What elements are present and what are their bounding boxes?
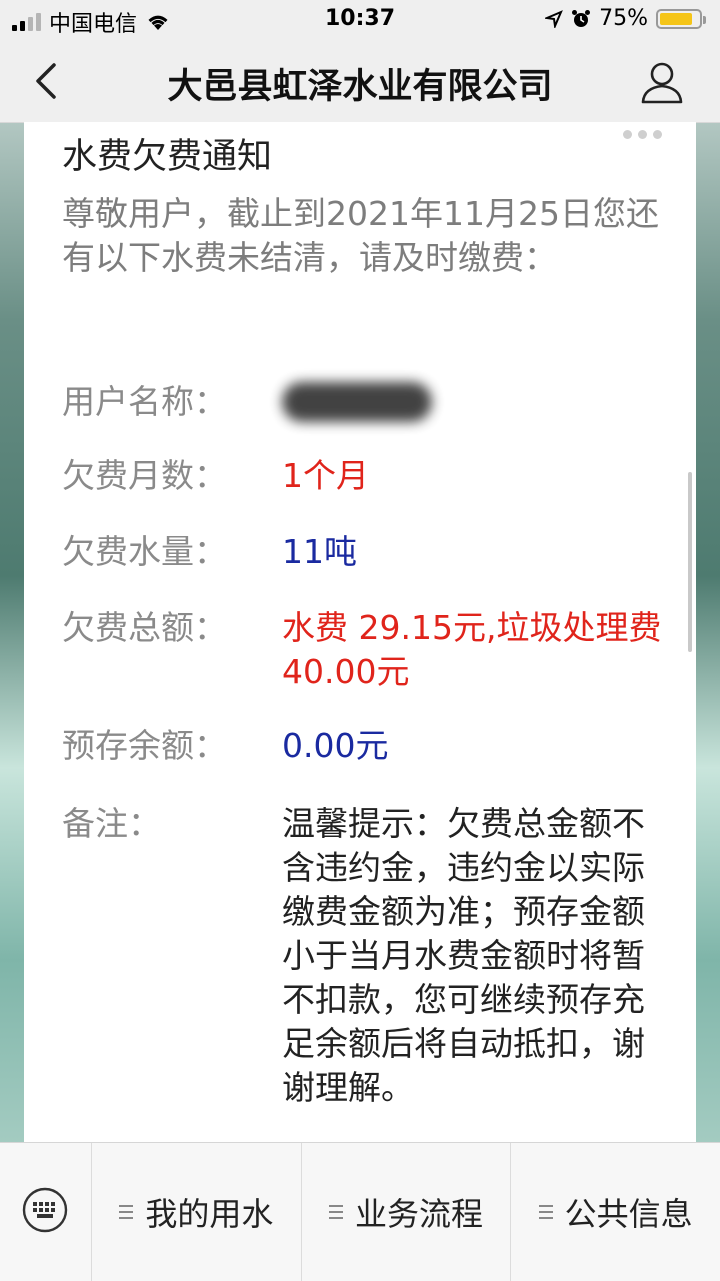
label-user-name: 用户名称： <box>62 382 227 421</box>
bottom-menu: 我的用水 业务流程 公共信息 <box>0 1142 720 1281</box>
label-remark: 备注： <box>62 804 161 843</box>
label-total: 欠费总额： <box>62 608 227 647</box>
value-months: 1个月 <box>282 456 369 495</box>
value-total: 水费 29.15元,垃圾处理费 40.00元 <box>282 608 662 691</box>
redacted-blur <box>282 382 432 422</box>
menu-label: 业务流程 <box>355 1195 484 1233</box>
battery-icon <box>656 8 706 29</box>
label-prepaid: 预存余额： <box>62 726 227 765</box>
alarm-icon <box>572 9 591 27</box>
keyboard-icon[interactable] <box>22 1187 68 1233</box>
notice-intro: 尊敬用户，截止到2021年11月25日您还有以下水费未结清，请及时缴费： <box>62 194 659 277</box>
page-title: 大邑县虹泽水业有限公司 <box>167 67 553 107</box>
keyboard-toggle[interactable] <box>0 1143 92 1281</box>
menu-lines-icon <box>119 1205 134 1219</box>
user-icon[interactable] <box>638 58 686 106</box>
value-water-volume: 11吨 <box>282 532 357 571</box>
value-remark: 温馨提示：欠费总金额不含违约金，违约金以实际缴费金额为准；预存金额小于当月水费金… <box>282 804 645 1107</box>
menu-label: 公共信息 <box>564 1195 693 1233</box>
notice-card: 水费欠费通知 尊敬用户，截止到2021年11月25日您还有以下水费未结清，请及时… <box>24 122 696 1142</box>
label-water-volume: 欠费水量： <box>62 532 227 571</box>
more-dots-icon[interactable] <box>623 130 662 139</box>
notice-title: 水费欠费通知 <box>62 137 273 177</box>
menu-business-process[interactable]: 业务流程 <box>302 1143 512 1281</box>
status-bar: 中国电信 10:37 75% <box>0 0 720 40</box>
scrollbar[interactable] <box>688 472 692 652</box>
nav-bar: 大邑县虹泽水业有限公司 <box>0 40 720 123</box>
menu-public-info[interactable]: 公共信息 <box>511 1143 720 1281</box>
menu-my-water[interactable]: 我的用水 <box>92 1143 302 1281</box>
value-user-name-redacted <box>282 380 672 433</box>
status-right: 75% <box>545 6 706 31</box>
battery-percent: 75% <box>599 6 648 31</box>
value-prepaid: 0.00元 <box>282 726 389 765</box>
menu-lines-icon <box>329 1205 343 1219</box>
menu-lines-icon <box>538 1205 553 1219</box>
menu-label: 我的用水 <box>145 1195 274 1233</box>
location-arrow-icon <box>545 9 563 28</box>
label-months: 欠费月数： <box>62 456 227 495</box>
